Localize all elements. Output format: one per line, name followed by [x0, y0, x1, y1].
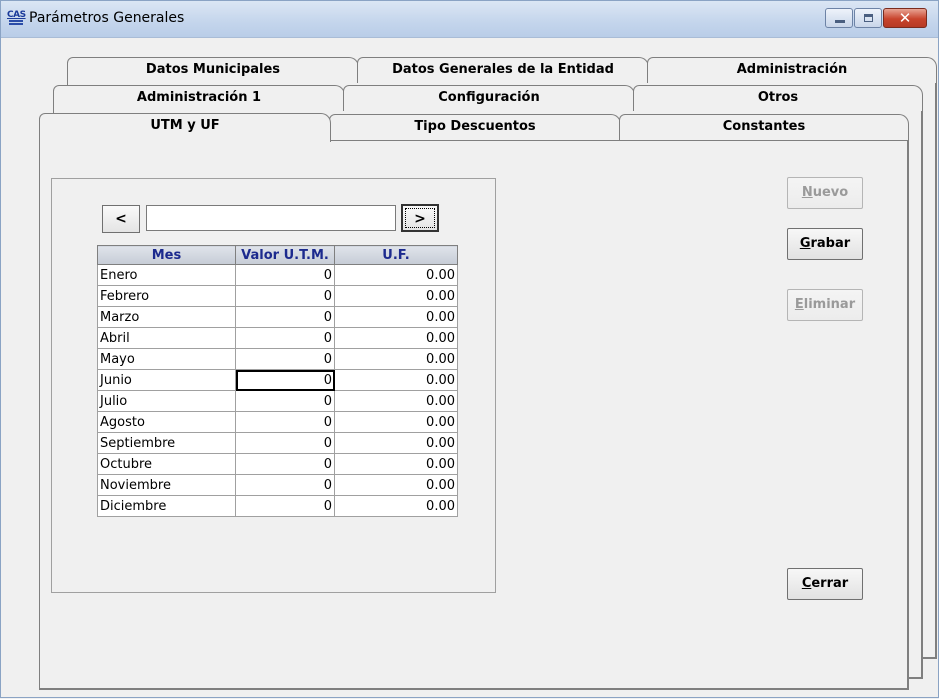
month-cell: Noviembre — [97, 474, 236, 496]
uf-value-cell[interactable]: 0.00 — [334, 306, 458, 328]
table-row[interactable]: Abril 0 0.00 — [97, 327, 458, 349]
utm-value-cell[interactable]: 0 — [235, 327, 335, 349]
uf-value-cell[interactable]: 0.00 — [334, 327, 458, 349]
nuevo-button[interactable]: Nuevo — [787, 177, 863, 209]
month-cell: Febrero — [97, 285, 236, 307]
cerrar-button[interactable]: Cerrar — [787, 568, 863, 600]
table-row[interactable]: Mayo 0 0.00 — [97, 348, 458, 370]
column-header-mes[interactable]: Mes — [97, 245, 236, 265]
cerrar-label: errar — [811, 576, 849, 591]
utm-value-cell[interactable]: 0 — [235, 369, 335, 391]
next-year-button[interactable]: > — [401, 204, 439, 232]
utm-value-cell[interactable]: 0 — [235, 411, 335, 433]
uf-value-cell[interactable]: 0.00 — [334, 264, 458, 286]
cerrar-accel: C — [801, 576, 812, 591]
eliminar-accel: E — [794, 297, 804, 312]
month-cell: Octubre — [97, 453, 236, 475]
column-header-uf[interactable]: U.F. — [334, 245, 458, 265]
utm-value-cell[interactable]: 0 — [235, 453, 335, 475]
next-year-label: > — [405, 208, 435, 228]
table-row[interactable]: Agosto 0 0.00 — [97, 411, 458, 433]
uf-value-cell[interactable]: 0.00 — [334, 369, 458, 391]
table-row[interactable]: Diciembre 0 0.00 — [97, 495, 458, 517]
year-field[interactable] — [146, 205, 396, 231]
month-cell: Marzo — [97, 306, 236, 328]
month-cell: Mayo — [97, 348, 236, 370]
utm-value-cell[interactable]: 0 — [235, 474, 335, 496]
month-cell: Abril — [97, 327, 236, 349]
main-window: CAS Parámetros Generales ✕ Datos Municip… — [0, 0, 939, 698]
utm-value-cell[interactable]: 0 — [235, 495, 335, 517]
column-header-utm[interactable]: Valor U.T.M. — [235, 245, 335, 265]
uf-value-cell[interactable]: 0.00 — [334, 390, 458, 412]
grabar-label: rabar — [810, 236, 851, 251]
utm-value-cell[interactable]: 0 — [235, 348, 335, 370]
table-row[interactable]: Febrero 0 0.00 — [97, 285, 458, 307]
uf-value-cell[interactable]: 0.00 — [334, 285, 458, 307]
table-row[interactable]: Noviembre 0 0.00 — [97, 474, 458, 496]
nuevo-label: uevo — [812, 185, 849, 200]
prev-year-button[interactable]: < — [102, 205, 140, 233]
eliminar-label: liminar — [803, 297, 856, 312]
nuevo-accel: N — [801, 185, 813, 200]
utm-value-cell[interactable]: 0 — [235, 390, 335, 412]
month-cell: Diciembre — [97, 495, 236, 517]
grabar-accel: G — [799, 236, 811, 251]
table-row[interactable]: Septiembre 0 0.00 — [97, 432, 458, 454]
eliminar-button[interactable]: Eliminar — [787, 289, 863, 321]
month-cell: Julio — [97, 390, 236, 412]
utm-value-cell[interactable]: 0 — [235, 285, 335, 307]
utm-value-cell[interactable]: 0 — [235, 264, 335, 286]
table-row[interactable]: Julio 0 0.00 — [97, 390, 458, 412]
utm-value-cell[interactable]: 0 — [235, 306, 335, 328]
month-cell: Agosto — [97, 411, 236, 433]
uf-value-cell[interactable]: 0.00 — [334, 453, 458, 475]
grabar-button[interactable]: Grabar — [787, 228, 863, 260]
utm-value-cell[interactable]: 0 — [235, 432, 335, 454]
uf-value-cell[interactable]: 0.00 — [334, 432, 458, 454]
month-cell: Septiembre — [97, 432, 236, 454]
utm-uf-table: Mes Valor U.T.M. U.F. Enero 0 0.00 Febrero 0… — [97, 245, 458, 517]
table-header-row: Mes Valor U.T.M. U.F. — [97, 245, 458, 265]
table-row[interactable]: Marzo 0 0.00 — [97, 306, 458, 328]
table-row[interactable]: Octubre 0 0.00 — [97, 453, 458, 475]
month-cell: Enero — [97, 264, 236, 286]
month-cell: Junio — [97, 369, 236, 391]
uf-value-cell[interactable]: 0.00 — [334, 474, 458, 496]
table-row[interactable]: Enero 0 0.00 — [97, 264, 458, 286]
uf-value-cell[interactable]: 0.00 — [334, 411, 458, 433]
uf-value-cell[interactable]: 0.00 — [334, 495, 458, 517]
uf-value-cell[interactable]: 0.00 — [334, 348, 458, 370]
table-row[interactable]: Junio 0 0.00 — [97, 369, 458, 391]
